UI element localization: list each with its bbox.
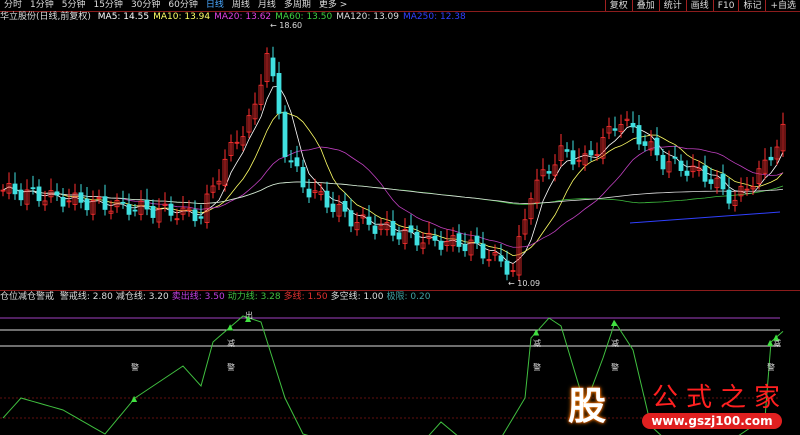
indicator-value: 多空线: 1.00 — [330, 292, 384, 302]
candle-body — [102, 196, 108, 210]
candle-body — [168, 203, 174, 216]
arrow-icon: ▲ — [131, 394, 138, 403]
price-chart[interactable]: ← 18.60← 10.09警▲警▲减▲出▲警▲减▲警▲减▲警▲ 减▲ — [0, 0, 800, 435]
candle-body — [12, 183, 18, 195]
candle-body — [462, 244, 468, 252]
arrow-icon: ▲ — [611, 318, 618, 327]
candle-body — [456, 233, 462, 247]
indicator-value: 动力线: 3.28 — [227, 292, 281, 302]
candle-body — [348, 210, 354, 227]
candle-body — [150, 206, 156, 218]
candle-body — [120, 201, 126, 204]
candle-body — [504, 260, 510, 275]
candle-body — [642, 141, 648, 146]
candle-body — [300, 166, 306, 188]
candle-body — [30, 187, 36, 190]
candle-body — [546, 171, 552, 174]
candle-body — [324, 190, 330, 208]
candle-body — [282, 111, 288, 158]
signal-warn: 警 — [767, 362, 775, 372]
candle-body — [768, 156, 774, 161]
candle-body — [18, 189, 24, 201]
candle-body — [342, 201, 348, 212]
signal-reduce: 减 — [227, 338, 235, 348]
candle-body — [36, 186, 42, 202]
ma250-line — [629, 211, 781, 224]
indicator-value: 卖出线: 3.50 — [171, 292, 225, 302]
candle-body — [480, 243, 486, 259]
signal-warn: 警 — [611, 362, 619, 372]
arrow-icon: ▲ — [245, 314, 252, 323]
watermark-url: www.gszj100.com — [642, 413, 782, 429]
watermark-logo: 股 — [568, 384, 607, 428]
indicator-value: 极限: 0.20 — [386, 292, 431, 302]
arrow-icon: ▲ — [227, 322, 234, 331]
candle-body — [270, 57, 276, 77]
candle-body — [60, 197, 66, 207]
candle-body — [276, 73, 282, 114]
low-label: ← 10.09 — [508, 279, 540, 288]
indicator-legend: 仓位减仓警戒 警戒线: 2.80 减仓线: 3.20 卖出线: 3.50 动力线: 3… — [0, 292, 433, 303]
candle-body — [78, 192, 84, 203]
candle-body — [570, 150, 576, 165]
candle-body — [54, 191, 60, 196]
candle-body — [372, 225, 378, 234]
signal-warn: 警 — [131, 362, 139, 372]
divider — [0, 290, 800, 291]
candle-body — [708, 179, 714, 184]
candle-body — [126, 204, 132, 215]
signal-reduce: 减 — [611, 338, 619, 348]
watermark: 股 公式之家 www.gszj100.com — [560, 373, 800, 435]
candle-body — [366, 216, 372, 225]
arrow-icon: ▲ — [533, 327, 540, 336]
candle-body — [408, 225, 414, 233]
indicator-value: 警戒线: 2.80 — [59, 292, 113, 302]
candle-body — [396, 232, 402, 240]
signal-warn: 警 — [533, 362, 541, 372]
candle-body — [84, 198, 90, 211]
candle-body — [438, 240, 444, 250]
candle-body — [198, 216, 204, 219]
candle-body — [684, 170, 690, 176]
candle-body — [588, 150, 594, 156]
candle-body — [132, 209, 138, 212]
candle-body — [330, 203, 336, 212]
candle-body — [630, 122, 636, 128]
high-label: ← 18.60 — [270, 21, 302, 30]
candle-body — [564, 149, 570, 152]
indicator-value: 减仓线: 3.20 — [115, 292, 169, 302]
candle-body — [720, 173, 726, 190]
candle-body — [144, 199, 150, 210]
candle-body — [390, 220, 396, 236]
watermark-name: 公式之家 — [652, 383, 789, 413]
candle-body — [432, 235, 438, 241]
candle-body — [414, 231, 420, 246]
candle-body — [654, 137, 660, 156]
candle-body — [288, 160, 294, 163]
arrow-icon: ▲ — [773, 333, 780, 342]
candle-body — [726, 189, 732, 204]
candle-body — [294, 157, 300, 167]
candle-body — [672, 156, 678, 159]
candle-body — [474, 235, 480, 244]
signal-reduce: 减 — [533, 338, 541, 348]
candle-body — [636, 125, 642, 145]
candle-body — [306, 188, 312, 198]
candle-body — [498, 255, 504, 262]
signal-warn: 警 — [227, 362, 235, 372]
candle-body — [192, 209, 198, 222]
candle-body — [678, 160, 684, 171]
candle-body — [660, 154, 666, 170]
candle-body — [612, 128, 618, 131]
indicator-value: 多线: 1.50 — [283, 292, 328, 302]
indicator-name: 仓位减仓警戒 — [0, 292, 55, 302]
ma60-line — [2, 181, 784, 205]
candle-body — [702, 165, 708, 182]
